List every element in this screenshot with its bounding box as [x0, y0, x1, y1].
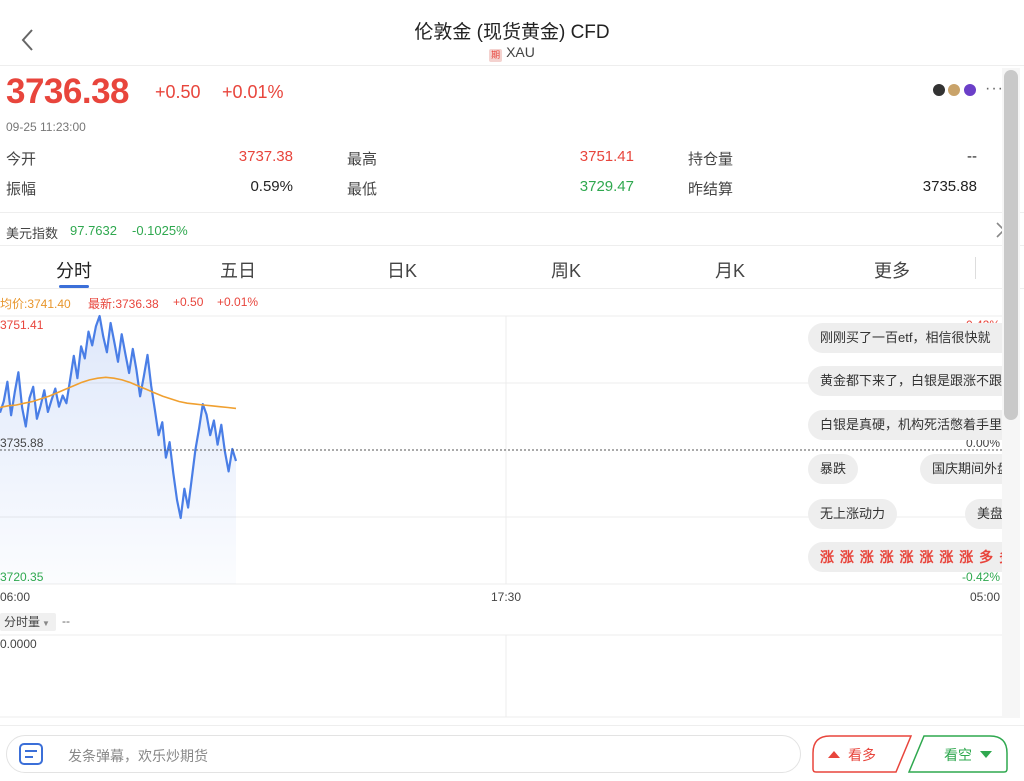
follower-avatars[interactable]	[932, 83, 977, 101]
avatar	[947, 83, 962, 97]
danmaku-bubble[interactable]: 刚刚买了一百etf，相信很快就	[808, 323, 1020, 353]
tab-monthly-k[interactable]: 月K	[690, 257, 770, 283]
dollar-index-row[interactable]: 美元指数 97.7632 -0.1025%	[0, 212, 1024, 246]
y-label-mid: 3735.88	[0, 436, 44, 450]
high-label: 最高	[347, 151, 378, 168]
caret-down-icon: ▼	[42, 619, 50, 628]
danmaku-icon[interactable]	[19, 743, 43, 765]
latest-percent-readout: +0.01%	[217, 295, 259, 309]
chart-period-tabs: 分时 五日 日K 周K 月K 更多	[0, 247, 1024, 289]
volume-chart	[0, 634, 1004, 718]
page-title: 伦敦金 (现货黄金) CFD	[414, 22, 610, 43]
open-interest-value: --	[967, 148, 977, 165]
high-value: 3751.41	[579, 148, 634, 165]
tab-weekly-k[interactable]: 周K	[526, 257, 606, 283]
tab-divider	[975, 257, 976, 279]
dollar-index-label: 美元指数	[6, 226, 59, 241]
danmaku-bubble[interactable]: 涨 涨 涨 涨 涨 涨 涨 涨 多 多	[808, 542, 1020, 572]
x-label-end: 05:00	[970, 590, 1000, 604]
price-change-percent: +0.01%	[222, 82, 284, 102]
current-price: 3736.38	[6, 72, 130, 111]
avatar	[932, 83, 946, 97]
dollar-index-value: 97.7632	[70, 223, 117, 238]
y-label-high: 3751.41	[0, 318, 44, 332]
amplitude-label: 振幅	[6, 181, 37, 198]
quote-timestamp: 09-25 11:23:00	[6, 120, 86, 134]
danmaku-bubble[interactable]: 白银是真硬，机构死活憋着手里	[808, 410, 1020, 440]
open-value: 3737.38	[238, 148, 293, 165]
y-label-low: 3720.35	[0, 570, 44, 584]
bearish-label: 看空	[944, 747, 972, 763]
symbol-row: 期 XAU	[0, 44, 1024, 62]
danmaku-bubble[interactable]: 无上涨动力	[808, 499, 898, 529]
danmaku-overlay: 刚刚买了一百etf，相信很快就 黄金都下来了，白银是跟涨不跟 白银是真硬，机构死…	[808, 318, 1020, 578]
danmaku-bubble[interactable]: 暴跌	[808, 454, 859, 484]
low-label: 最低	[347, 181, 378, 198]
bearish-button[interactable]: 看空	[908, 735, 1008, 773]
symbol-code: XAU	[506, 44, 535, 60]
latest-change-readout: +0.50	[173, 295, 204, 309]
futures-badge: 期	[489, 49, 503, 62]
amplitude-value: 0.59%	[250, 178, 293, 195]
open-interest-label: 持仓量	[688, 151, 734, 168]
tab-intraday[interactable]: 分时	[34, 257, 114, 283]
x-label-mid: 17:30	[491, 590, 521, 604]
volume-value: --	[62, 614, 70, 628]
avatar	[962, 83, 977, 97]
danmaku-input-placeholder: 发条弹幕，欢乐炒期货	[68, 748, 208, 764]
active-tab-indicator	[59, 285, 89, 288]
low-value: 3729.47	[579, 178, 634, 195]
volume-selector[interactable]: 分时量 ▼	[0, 613, 56, 631]
tab-daily-k[interactable]: 日K	[362, 257, 442, 283]
prev-settle-value: 3735.88	[922, 178, 977, 195]
scrollbar-thumb[interactable]	[1004, 70, 1018, 420]
tab-more[interactable]: 更多	[852, 257, 932, 283]
open-label: 今开	[6, 151, 37, 168]
dollar-index-change: -0.1025%	[132, 223, 188, 238]
danmaku-bubble[interactable]: 黄金都下来了，白银是跟涨不跟	[808, 366, 1020, 396]
bullish-label: 看多	[848, 747, 876, 763]
tab-five-day[interactable]: 五日	[198, 257, 278, 283]
bullish-button[interactable]: 看多	[812, 735, 912, 773]
volume-tag-label: 分时量	[4, 615, 41, 629]
prev-settle-label: 昨结算	[688, 181, 734, 198]
price-change: +0.50	[155, 82, 201, 102]
x-label-start: 06:00	[0, 590, 30, 604]
